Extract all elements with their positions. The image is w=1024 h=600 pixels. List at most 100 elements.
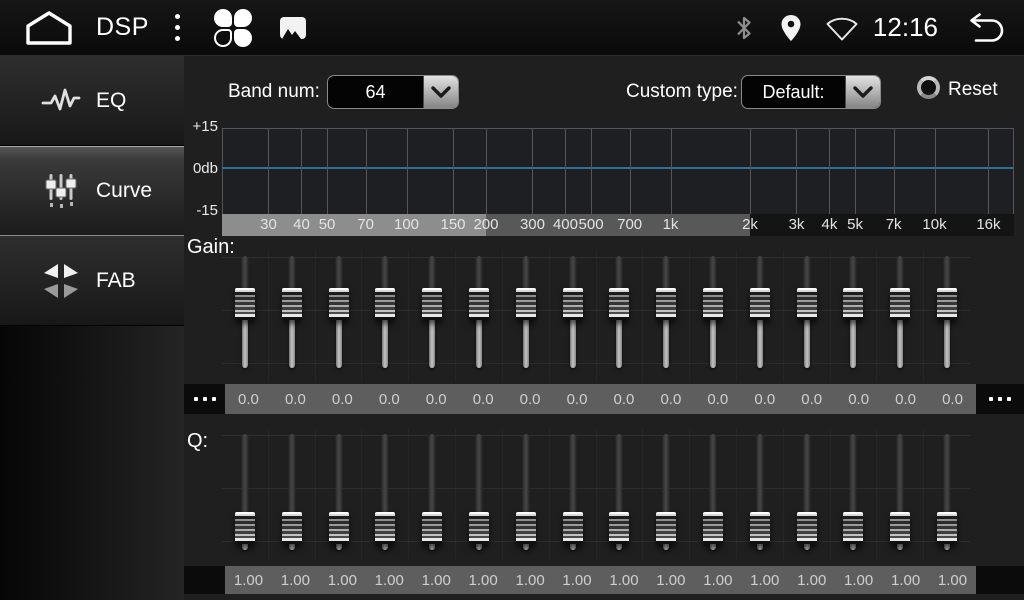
slider[interactable] [269,250,316,382]
gallery-icon[interactable] [280,17,306,39]
slider[interactable] [316,428,363,560]
gain-slider-thumb[interactable] [235,288,255,320]
band-num-select[interactable]: 64 [327,75,459,109]
slider[interactable] [362,250,409,382]
topbar-left-group: DSP [0,8,306,48]
slider-track-lower [616,314,622,368]
q-values-strip: 1.001.001.001.001.001.001.001.001.001.00… [225,566,976,594]
gain-slider-thumb[interactable] [563,288,583,320]
slider[interactable] [690,428,737,560]
gain-more-right-icon[interactable] [976,384,1024,414]
slider-track-lower [850,314,856,368]
chevron-down-icon [423,76,458,108]
gain-slider-thumb[interactable] [375,288,395,320]
freq-tick-label: 30 [260,214,277,236]
gain-slider-thumb[interactable] [282,288,302,320]
slider[interactable] [503,250,550,382]
q-slider-thumb[interactable] [282,512,302,544]
slider[interactable] [550,250,597,382]
gain-more-left-icon[interactable] [184,384,225,414]
apps-clover-icon[interactable] [214,8,254,48]
gain-slider-thumb[interactable] [703,288,723,320]
slider[interactable] [831,428,878,560]
gain-slider-thumb[interactable] [469,288,489,320]
freq-gridline [486,128,487,214]
gain-slider-thumb[interactable] [329,288,349,320]
slider[interactable] [597,428,644,560]
sidebar-item-curve[interactable]: Curve [0,146,184,236]
sliders-icon [38,172,84,210]
gain-slider-thumb[interactable] [750,288,770,320]
slider[interactable] [409,250,456,382]
slider[interactable] [924,250,970,382]
q-more-left[interactable] [184,566,225,594]
q-slider-thumb[interactable] [516,512,536,544]
y-axis-label-plus15: +15 [184,118,218,135]
q-slider-thumb[interactable] [329,512,349,544]
slider[interactable] [831,250,878,382]
q-slider-thumb[interactable] [797,512,817,544]
q-slider-thumb[interactable] [750,512,770,544]
freq-tick-label: 70 [357,214,374,236]
slider-value: 0.0 [225,391,272,408]
gain-slider-thumb[interactable] [516,288,536,320]
reset-radio[interactable] [917,76,940,99]
slider[interactable] [550,428,597,560]
slider[interactable] [643,250,690,382]
back-icon[interactable] [960,12,1006,44]
slider[interactable] [222,428,269,560]
slider-track-lower [242,314,248,368]
freq-tick-label: 300 [520,214,545,236]
slider[interactable] [737,428,784,560]
q-slider-thumb[interactable] [890,512,910,544]
slider[interactable] [924,428,970,560]
slider[interactable] [456,250,503,382]
freq-gridline [327,128,328,214]
q-slider-thumb[interactable] [469,512,489,544]
slider[interactable] [690,250,737,382]
gain-slider-thumb[interactable] [843,288,863,320]
slider[interactable] [316,250,363,382]
gain-slider-thumb[interactable] [656,288,676,320]
q-slider-thumb[interactable] [422,512,442,544]
slider[interactable] [409,428,456,560]
sidebar-item-eq[interactable]: EQ [0,56,184,146]
slider[interactable] [643,428,690,560]
q-slider-thumb[interactable] [375,512,395,544]
slider-track-lower [663,314,669,368]
slider[interactable] [456,428,503,560]
freq-tick-label: 700 [617,214,642,236]
slider[interactable] [877,428,924,560]
slider[interactable] [362,428,409,560]
q-more-right[interactable] [976,566,1024,594]
custom-type-value: Default: [742,82,845,103]
gain-slider-thumb[interactable] [609,288,629,320]
slider-track-lower [944,314,950,368]
menu-kebab-icon[interactable] [175,14,180,41]
q-slider-thumb[interactable] [937,512,957,544]
freq-gridline [301,128,302,214]
q-slider-thumb[interactable] [843,512,863,544]
slider[interactable] [222,250,269,382]
q-slider-thumb[interactable] [563,512,583,544]
q-slider-thumb[interactable] [656,512,676,544]
q-slider-thumb[interactable] [235,512,255,544]
custom-type-select[interactable]: Default: [741,75,881,109]
slider[interactable] [503,428,550,560]
slider-track-lower [289,314,295,368]
home-icon[interactable] [24,10,74,46]
gain-slider-thumb[interactable] [890,288,910,320]
slider[interactable] [737,250,784,382]
q-slider-thumb[interactable] [703,512,723,544]
slider[interactable] [784,250,831,382]
slider[interactable] [597,250,644,382]
slider[interactable] [269,428,316,560]
gain-slider-thumb[interactable] [937,288,957,320]
gain-slider-thumb[interactable] [422,288,442,320]
slider[interactable] [877,250,924,382]
gain-slider-thumb[interactable] [797,288,817,320]
freq-tick-label: 3k [789,214,805,236]
sidebar-item-fab[interactable]: FAB [0,236,184,326]
q-slider-thumb[interactable] [609,512,629,544]
slider[interactable] [784,428,831,560]
